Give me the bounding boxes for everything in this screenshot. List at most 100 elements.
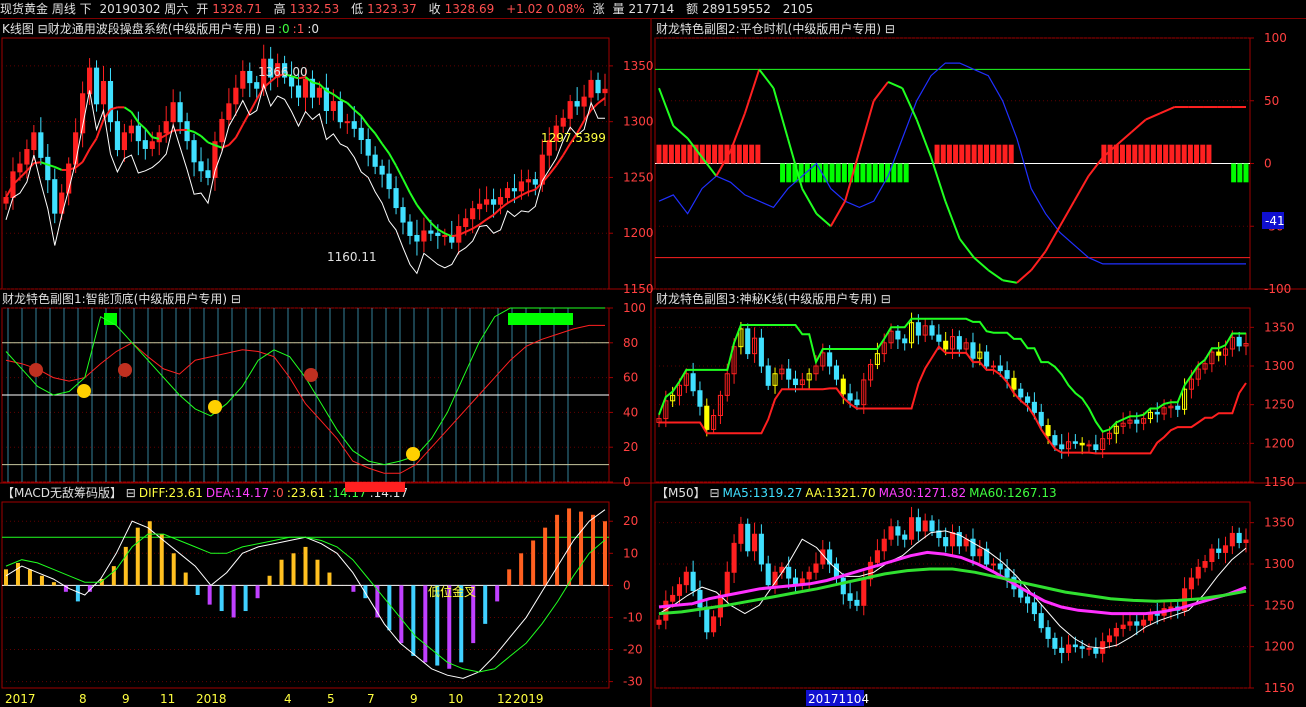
- sub3-candle: [895, 330, 901, 340]
- ma-candle: [1106, 635, 1113, 643]
- ma-candle: [1072, 644, 1078, 648]
- sub2-signal-bar: [903, 163, 909, 183]
- kline-candle: [247, 70, 253, 84]
- sub3-candle: [1045, 425, 1051, 437]
- macd-histogram-bar: [519, 553, 524, 586]
- sub2-tick-label: 50: [1264, 94, 1279, 108]
- kline-candle: [435, 232, 441, 236]
- macd-annotation: 低位金叉: [428, 584, 476, 599]
- sub2-signal-bar: [675, 144, 681, 164]
- kline-trend-line: [430, 221, 439, 231]
- sub2-signal-line: [872, 81, 889, 102]
- kline-candle: [421, 230, 427, 242]
- sub2-tick-label: 100: [1264, 31, 1287, 45]
- kline-candle: [177, 102, 183, 123]
- ma-tick-label: 1350: [1264, 516, 1295, 530]
- kline-candle: [149, 141, 155, 149]
- kline-candle: [602, 88, 608, 94]
- kline-trend-line: [402, 178, 411, 194]
- kline-tick-label: 1350: [623, 59, 654, 73]
- macd-tick-label: 10: [623, 546, 638, 560]
- kline-trend-line: [479, 218, 488, 226]
- kline-candle: [38, 132, 44, 158]
- ma-candle: [724, 571, 730, 596]
- sub2-signal-bar: [1206, 144, 1212, 164]
- sub1-green-line: [5, 307, 605, 466]
- sub2-signal-line: [1044, 225, 1061, 252]
- kline-candle: [114, 121, 121, 151]
- kline-candle: [595, 79, 601, 94]
- sub3-candle: [1236, 336, 1242, 347]
- kline-trend-line: [451, 233, 459, 238]
- kline-candle: [191, 140, 197, 163]
- kline-candle: [24, 149, 30, 165]
- kline-candle: [17, 163, 23, 173]
- chart-canvas[interactable]: 13501300125012001150 100500-50-100 10080…: [0, 0, 1306, 707]
- kline-candle: [393, 188, 399, 209]
- macd-histogram-bar: [495, 585, 500, 602]
- ma-candle: [745, 523, 751, 552]
- sub3-candle: [690, 373, 696, 392]
- macd-tick-label: 20: [623, 514, 638, 528]
- sub2-signal-line: [1030, 250, 1047, 271]
- ma-candle: [1127, 621, 1133, 626]
- sub3-candle: [765, 365, 771, 386]
- kline-candle: [414, 234, 420, 242]
- sub3-candle: [1011, 377, 1017, 390]
- sub2-signal-bar: [1144, 144, 1150, 164]
- ma-candle: [711, 616, 717, 633]
- sub3-lower-band: [659, 345, 1247, 455]
- kline-candle: [86, 67, 93, 95]
- kline-trend-line: [548, 164, 558, 176]
- sub3-candle: [1216, 351, 1222, 356]
- kline-trend-line: [88, 137, 98, 150]
- sub2-signal-bar: [1150, 144, 1156, 164]
- macd-histogram-bar: [315, 559, 320, 586]
- macd-histogram-bar: [507, 569, 512, 586]
- macd-histogram-bar: [399, 585, 404, 644]
- sub2-signal-bar: [656, 144, 662, 164]
- sub2-signal-bar: [1243, 163, 1249, 183]
- macd-histogram-bar: [531, 540, 536, 586]
- ma-candle: [847, 593, 853, 601]
- kline-candle: [107, 81, 114, 123]
- sub3-candle: [956, 336, 962, 350]
- kline-trend-line: [193, 131, 202, 137]
- macd-histogram-bar: [4, 569, 8, 586]
- ma-candle: [1093, 647, 1099, 654]
- sub3-candle: [902, 338, 908, 344]
- sub2-signal-bar: [1008, 144, 1014, 164]
- macd-histogram-bar: [483, 585, 488, 624]
- ma-candle: [1004, 568, 1010, 578]
- sub2-signal-bar: [1163, 144, 1169, 164]
- ma-candle: [929, 520, 935, 532]
- sub2-signal-bar: [983, 144, 989, 164]
- kline-trend-line: [54, 166, 63, 171]
- ma-candle: [656, 619, 662, 625]
- sub2-signal-bar: [1237, 163, 1243, 183]
- sub2-signal-bar: [872, 163, 878, 183]
- sub3-candle: [758, 337, 764, 367]
- kline-trend-line: [409, 192, 418, 206]
- sub2-signal-bar: [1156, 144, 1162, 164]
- cursor-date: 20171104: [808, 692, 869, 706]
- sub2-signal-bar: [953, 144, 959, 164]
- kline-candle: [205, 170, 211, 178]
- sub1-tick-label: 40: [623, 405, 638, 419]
- macd-histogram-bar: [411, 585, 416, 656]
- sub1-tick-label: 0: [623, 475, 631, 489]
- sub3-tick-label: 1250: [1264, 398, 1295, 412]
- x-axis-label: 11: [160, 692, 175, 706]
- sub2-signal-bar: [1194, 144, 1200, 164]
- kline-candle: [240, 70, 246, 89]
- sub3-candle: [840, 378, 846, 395]
- ma-candle: [908, 517, 915, 540]
- sub2-signal-bar: [1132, 144, 1138, 164]
- ma-candle: [888, 526, 894, 540]
- sub2-signal-bar: [959, 144, 965, 164]
- kline-candle: [560, 117, 566, 127]
- ma-candle: [1243, 539, 1249, 544]
- sub2-signal-line: [1087, 156, 1104, 177]
- macd-histogram-bar: [291, 553, 296, 586]
- kline-candle: [407, 221, 413, 236]
